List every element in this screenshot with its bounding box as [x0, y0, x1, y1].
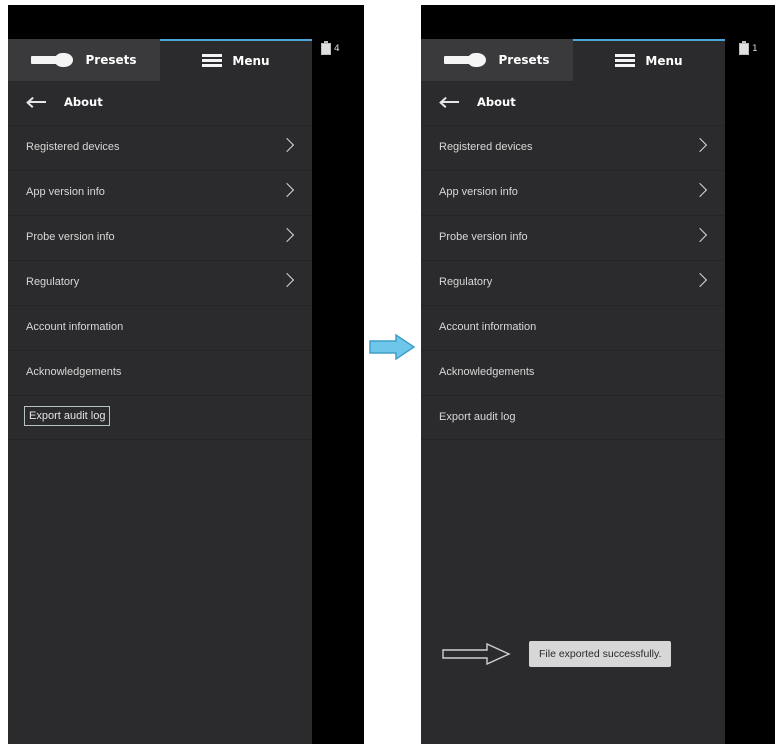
- chevron-right-icon: [279, 272, 295, 288]
- menu-item-label: Registered devices: [439, 141, 533, 153]
- menu-item-app-version-info[interactable]: App version info: [8, 170, 312, 215]
- about-menu-list: Registered devices App version info Prob…: [421, 125, 725, 440]
- chevron-right-icon: [279, 227, 295, 243]
- menu-item-acknowledgements[interactable]: Acknowledgements: [8, 350, 312, 395]
- tab-menu[interactable]: Menu: [160, 39, 312, 81]
- hamburger-menu-icon: [615, 54, 636, 68]
- menu-item-label: Acknowledgements: [439, 366, 535, 378]
- menu-item-label: Registered devices: [26, 141, 120, 153]
- clipboard-icon: [321, 41, 331, 55]
- export-audit-log-button-focused[interactable]: Export audit log: [24, 406, 111, 426]
- chevron-right-icon: [692, 272, 708, 288]
- about-menu-list: Registered devices App version info Prob…: [8, 125, 312, 440]
- menu-item-label: App version info: [439, 186, 518, 198]
- menu-item-export-audit-log[interactable]: Export audit log: [8, 395, 312, 440]
- right-screen: Presets Menu About Registered devices Ap…: [421, 5, 775, 744]
- menu-item-app-version-info[interactable]: App version info: [421, 170, 725, 215]
- left-screen: Presets Menu About Registered devices Ap…: [8, 5, 364, 744]
- chevron-right-icon: [692, 182, 708, 198]
- chevron-right-icon: [692, 227, 708, 243]
- menu-item-account-information[interactable]: Account information: [421, 305, 725, 350]
- menu-item-label: App version info: [26, 186, 105, 198]
- menu-item-label: Regulatory: [439, 276, 493, 288]
- menu-item-registered-devices[interactable]: Registered devices: [8, 125, 312, 170]
- menu-item-probe-version-info[interactable]: Probe version info: [8, 215, 312, 260]
- menu-item-label: Probe version info: [26, 231, 115, 243]
- toast-message: File exported successfully.: [529, 641, 672, 667]
- menu-item-probe-version-info[interactable]: Probe version info: [421, 215, 725, 260]
- menu-item-acknowledgements[interactable]: Acknowledgements: [421, 350, 725, 395]
- menu-panel: Presets Menu About Registered devices Ap…: [421, 39, 725, 744]
- menu-item-label: Account information: [26, 321, 124, 333]
- menu-item-label: Export audit log: [439, 411, 516, 423]
- probe-icon: [444, 53, 488, 67]
- right-arrow-icon: [369, 333, 416, 361]
- clipboard-count: 1: [752, 44, 758, 54]
- tab-presets[interactable]: Presets: [421, 39, 573, 81]
- tab-menu[interactable]: Menu: [573, 39, 725, 81]
- page-header: About: [421, 81, 725, 123]
- hamburger-menu-icon: [202, 54, 223, 68]
- chevron-right-icon: [279, 137, 295, 153]
- tab-bar: Presets Menu: [8, 39, 312, 81]
- menu-item-account-information[interactable]: Account information: [8, 305, 312, 350]
- tab-presets-label: Presets: [498, 53, 550, 67]
- clipboard-count: 4: [334, 44, 340, 54]
- menu-item-regulatory[interactable]: Regulatory: [8, 260, 312, 305]
- menu-item-export-audit-log[interactable]: Export audit log: [421, 395, 725, 440]
- side-bar: [725, 39, 775, 744]
- back-arrow-icon[interactable]: [439, 95, 461, 109]
- tab-menu-label: Menu: [645, 54, 683, 68]
- tab-presets-label: Presets: [85, 53, 137, 67]
- tab-bar: Presets Menu: [421, 39, 725, 81]
- back-arrow-icon[interactable]: [26, 95, 48, 109]
- menu-item-label: Regulatory: [26, 276, 80, 288]
- chevron-right-icon: [279, 182, 295, 198]
- chevron-right-icon: [692, 137, 708, 153]
- toast-pointer-arrow-icon: [442, 643, 511, 665]
- clipboard-badge[interactable]: 1: [739, 41, 758, 55]
- menu-item-label: Acknowledgements: [26, 366, 122, 378]
- menu-item-regulatory[interactable]: Regulatory: [421, 260, 725, 305]
- probe-icon: [31, 53, 75, 67]
- side-bar: [312, 39, 364, 744]
- page-title: About: [477, 95, 516, 109]
- tab-presets[interactable]: Presets: [8, 39, 160, 81]
- page-title: About: [64, 95, 103, 109]
- menu-item-label: Probe version info: [439, 231, 528, 243]
- clipboard-icon: [739, 41, 749, 55]
- clipboard-badge[interactable]: 4: [321, 41, 340, 55]
- menu-panel: Presets Menu About Registered devices Ap…: [8, 39, 312, 744]
- page-header: About: [8, 81, 312, 123]
- tab-menu-label: Menu: [232, 54, 270, 68]
- menu-item-label: Account information: [439, 321, 537, 333]
- menu-item-registered-devices[interactable]: Registered devices: [421, 125, 725, 170]
